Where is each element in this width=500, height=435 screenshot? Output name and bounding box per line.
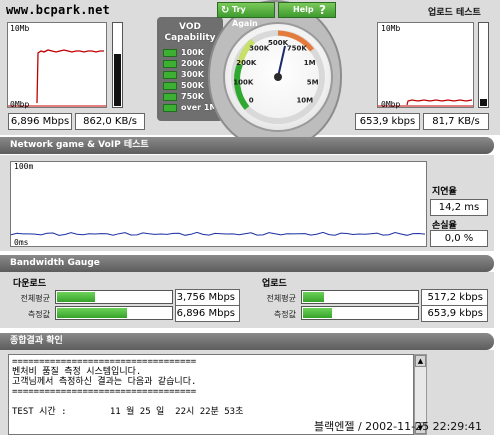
speed-test-panel: 10Mb 0Mbp 6,896 Mbps 862,0 KB/s VOD Capa… xyxy=(0,0,500,150)
download-measured-label: 측정값 xyxy=(27,310,50,319)
refresh-icon: ↻ xyxy=(221,5,230,16)
site-watermark: www.bcpark.net xyxy=(6,3,110,17)
upload-avg-label: 전체평균 xyxy=(266,294,296,303)
result-line: 고객님께서 측정하신 결과는 다음과 같습니다. xyxy=(12,377,197,387)
vod-title-line1: VOD xyxy=(179,22,201,32)
vod-item-label: 200K xyxy=(181,59,204,68)
download-level-fill xyxy=(114,53,121,106)
vod-title-line2: Capability xyxy=(164,33,216,43)
download-graph xyxy=(7,22,107,108)
latency-graph xyxy=(10,161,427,247)
network-section-header: Network game & VoIP 테스트 xyxy=(0,137,494,154)
download-level-bar xyxy=(112,22,123,108)
download-avg-fill xyxy=(57,292,95,302)
upload-speed-kbs: 81,7 KB/s xyxy=(423,113,489,130)
upload-graph-plot xyxy=(378,99,473,107)
download-speed-kbs: 862,0 KB/s xyxy=(75,113,145,130)
vod-led-indicator xyxy=(163,82,177,90)
download-avg-gauge xyxy=(55,290,173,304)
upload-title: 업로드 테스트 xyxy=(428,8,481,18)
upload-graph xyxy=(377,22,474,108)
upload-avg-value: 517,2 kbps xyxy=(421,289,488,306)
vod-led-indicator xyxy=(163,93,177,101)
gauge-scale-label: 500K xyxy=(268,39,289,47)
gauge-scale-label: 200K xyxy=(236,59,257,67)
result-line: 벤처비 품질 측정 시스템입니다. xyxy=(12,367,142,377)
gauge-scale-label: 300K xyxy=(249,45,270,53)
gauge-scale-label: 1M xyxy=(304,59,316,67)
network-axis-bottom: 0ms xyxy=(14,238,29,247)
vod-led-indicator xyxy=(163,71,177,79)
result-line: ================================== xyxy=(12,387,197,397)
speed-gauge-scale: 0 100K 200K 300K500K750K 1M 5M 10M xyxy=(231,30,325,124)
latency-graph-plot xyxy=(11,231,426,236)
download-speed-mbps: 6,896 Mbps xyxy=(8,113,72,130)
vod-led-indicator xyxy=(163,60,177,68)
loss-value: 0,0 % xyxy=(430,230,488,247)
vod-item-label: 500K xyxy=(181,81,204,90)
download-measured-gauge xyxy=(55,306,173,320)
gauge-scale-label: 10M xyxy=(296,97,313,105)
gauge-scale-label: 0 xyxy=(249,97,254,105)
upload-axis-top: 10Mb xyxy=(381,24,401,33)
upload-axis-bottom: 0Mbp xyxy=(381,100,401,109)
download-graph-plot xyxy=(8,49,106,107)
upload-measured-label: 측정값 xyxy=(273,310,296,319)
gauge-scale-label: 100K xyxy=(233,79,254,87)
result-section-header: 종합결과 확인 xyxy=(0,333,494,350)
network-axis-top: 100m xyxy=(14,162,34,171)
result-line xyxy=(12,397,410,407)
latency-label: 지연율 xyxy=(432,187,457,197)
upload-measured-value: 653,9 kbps xyxy=(421,305,488,322)
vod-item-label: 750K xyxy=(181,92,204,101)
vod-led-indicator xyxy=(163,49,177,57)
gauge-scale-label: 750K xyxy=(287,45,308,53)
upload-avg-gauge xyxy=(301,290,419,304)
result-line: ================================== xyxy=(12,357,197,367)
upload-speed-kbps: 653,9 kbps xyxy=(355,113,420,130)
help-icon: ? xyxy=(319,3,326,17)
download-avg-value: 3,756 Mbps xyxy=(175,289,240,306)
upload-avg-fill xyxy=(303,292,324,302)
help-label: Help xyxy=(293,5,314,14)
upload-measured-fill xyxy=(303,308,332,318)
download-axis-top: 10Mb xyxy=(10,24,30,33)
help-button[interactable]: ? Help xyxy=(278,2,336,18)
bandwidth-section-header: Bandwidth Gauge xyxy=(0,255,494,272)
result-line: TEST 시간 : 11 월 25 일 22시 22분 53초 xyxy=(12,407,244,417)
download-measured-fill xyxy=(57,308,127,318)
vod-item-label: 300K xyxy=(181,70,204,79)
vod-item-label: 100K xyxy=(181,48,204,57)
photo-caption: 블랙엔젤 / 2002-11-25 22:29:41 xyxy=(314,420,483,433)
bandwidth-download-label: 다운로드 xyxy=(13,279,47,289)
bandwidth-upload-label: 업로드 xyxy=(262,279,287,289)
scroll-up-icon[interactable]: ▲ xyxy=(415,355,426,367)
vod-title: VOD Capability xyxy=(160,22,220,44)
download-avg-label: 전체평균 xyxy=(20,294,50,303)
download-axis-bottom: 0Mbp xyxy=(10,100,30,109)
vod-led-indicator xyxy=(163,104,177,112)
upload-level-bar xyxy=(478,22,489,108)
upload-measured-gauge xyxy=(301,306,419,320)
latency-value: 14,2 ms xyxy=(430,199,488,216)
try-again-button[interactable]: ↻ Try Again xyxy=(217,2,275,28)
download-measured-value: 6,896 Mbps xyxy=(175,305,240,322)
gauge-scale-label: 5M xyxy=(307,79,319,87)
upload-level-fill xyxy=(480,99,487,106)
